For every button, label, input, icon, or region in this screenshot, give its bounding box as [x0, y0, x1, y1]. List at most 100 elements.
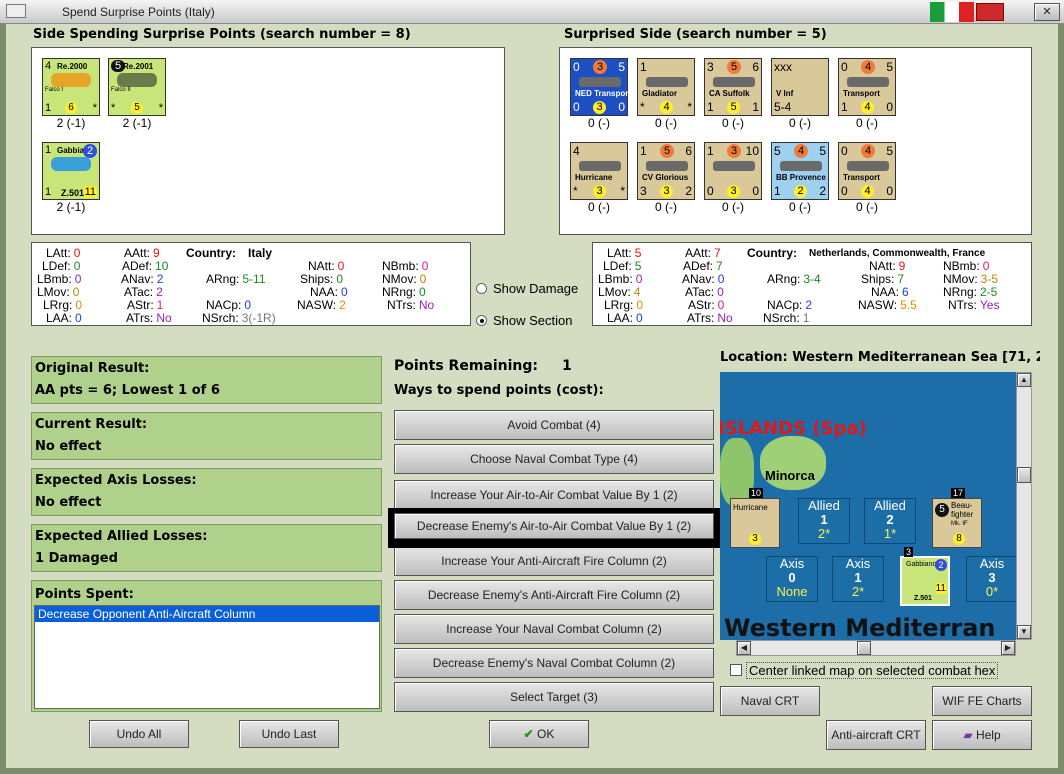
stat-lbmb: LBmb: 0 [37, 272, 82, 286]
close-button[interactable]: ✕ [1034, 3, 1060, 21]
unit-silhouette-icon [579, 77, 621, 87]
unit-counter-allied-9[interactable]: 0 4 5 Transport 0 4 0 0 (-) [838, 142, 896, 214]
show-damage-radio[interactable] [476, 283, 487, 294]
option-1[interactable]: Choose Naval Combat Type (4) [394, 444, 714, 474]
map-stack-axis-1[interactable]: Axis 1 2* [832, 556, 884, 602]
scroll-thumb-h[interactable] [857, 641, 871, 655]
unit-caption: 0 (-) [588, 200, 610, 214]
points-spent-box: Points Spent: Decrease Opponent Anti-Air… [31, 580, 382, 712]
option-7[interactable]: Decrease Enemy's Naval Combat Column (2) [394, 648, 714, 678]
map-horizontal-scrollbar[interactable]: ◀ ▶ [736, 640, 1016, 656]
stat-nsrch: NSrch: 1 [763, 311, 810, 325]
map-stack-axis-0[interactable]: Axis 0 None [766, 556, 818, 602]
stat-ships: Ships: 0 [300, 272, 344, 286]
list-item[interactable]: Decrease Opponent Anti-Aircraft Column [35, 606, 379, 622]
unit-counter-allied-3[interactable]: xxx V Inf 5-4 0 (-) [771, 58, 829, 130]
country-label: Country: [186, 246, 236, 260]
option-6[interactable]: Increase Your Naval Combat Column (2) [394, 614, 714, 644]
stat-ntrs: NTrs: Yes [948, 298, 1000, 312]
swiss-flag-icon [976, 3, 1004, 21]
map-stack-allied-1[interactable]: Allied 1 2* [798, 498, 850, 544]
unit-counter-re2000[interactable]: 4 Re.2000 Falco I 1 6 * 2 (-1) [42, 58, 100, 130]
unit-counter-allied-1[interactable]: 1 Gladiator * 4 * 0 (-) [637, 58, 695, 130]
system-menu-icon[interactable] [6, 4, 26, 18]
expected-allied-losses-box: Expected Allied Losses: 1 Damaged [31, 524, 382, 572]
left-units-panel: 4 Re.2000 Falco I 1 6 * 2 (-1) 5 Re.2001… [31, 47, 505, 235]
option-2[interactable]: Increase Your Air-to-Air Combat Value By… [394, 480, 714, 510]
stat-nasw: NASW: 2 [297, 298, 346, 312]
naval-crt-button[interactable]: Naval CRT [720, 686, 820, 716]
points-remaining-value: 1 [562, 358, 572, 374]
stat-laa: LAA: 0 [46, 311, 82, 325]
map-vertical-scrollbar[interactable]: ▲ ▼ [1016, 372, 1032, 640]
map-stack-allied-2[interactable]: Allied 2 1* [864, 498, 916, 544]
option-0[interactable]: Avoid Combat (4) [394, 410, 714, 440]
scroll-right-icon[interactable]: ▶ [1001, 641, 1015, 655]
stat-astr: AStr: 1 [127, 298, 164, 312]
map-counter-hurricane[interactable]: 10 Hurricane 3 [730, 488, 780, 548]
option-4[interactable]: Increase Your Anti-Aircraft Fire Column … [394, 546, 714, 576]
unit-caption: 2 (-1) [122, 116, 152, 130]
show-section-radio[interactable] [476, 315, 487, 326]
option-decrease-enemy-air-to-air[interactable]: Decrease Enemy's Air-to-Air Combat Value… [394, 513, 714, 539]
show-section-label: Show Section [493, 313, 573, 328]
map-label-sea: Western Mediterran [724, 614, 996, 640]
map-stack-axis-3[interactable]: Axis 3 0* [966, 556, 1016, 602]
stat-aatt: AAtt: 7 [685, 246, 721, 260]
unit-silhouette-icon [780, 161, 822, 171]
italy-flag-icon [930, 2, 974, 22]
undo-last-button[interactable]: Undo Last [239, 720, 339, 748]
stat-lmov: LMov: 4 [598, 285, 641, 299]
wif-fe-charts-button[interactable]: WIF FE Charts [932, 686, 1032, 716]
show-damage-label: Show Damage [493, 281, 579, 296]
stat-ntrs: NTrs: No [387, 298, 435, 312]
help-button[interactable]: ▰ Help [932, 720, 1032, 750]
unit-silhouette-icon [646, 77, 688, 87]
undo-all-button[interactable]: Undo All [89, 720, 189, 748]
anti-aircraft-crt-button[interactable]: Anti-aircraft CRT [826, 720, 926, 750]
unit-caption: 2 (-1) [56, 200, 86, 214]
stat-naa: NAA: 6 [871, 285, 909, 299]
scroll-up-icon[interactable]: ▲ [1017, 373, 1031, 387]
unit-silhouette-icon [847, 161, 889, 171]
unit-silhouette-icon [713, 77, 755, 87]
country-value: Netherlands, Commonwealth, France [809, 248, 986, 259]
location-label: Location: Western Mediterranean Sea [71,… [720, 350, 1040, 365]
stat-astr: AStr: 0 [688, 298, 725, 312]
stat-anav: ANav: 2 [121, 272, 164, 286]
unit-counter-re2001[interactable]: 5 Re.2001 Falco II * 5 * 2 (-1) [108, 58, 166, 130]
stat-atac: ATac: 2 [124, 285, 163, 299]
stat-arng: ARng: 3-4 [767, 272, 821, 286]
option-5[interactable]: Decrease Enemy's Anti-Aircraft Fire Colu… [394, 580, 714, 610]
points-spent-list[interactable]: Decrease Opponent Anti-Aircraft Column [34, 605, 380, 709]
scroll-left-icon[interactable]: ◀ [737, 641, 751, 655]
unit-counter-allied-6[interactable]: 1 5 6 CV Glorious 3 3 2 0 (-) [637, 142, 695, 214]
unit-counter-allied-0[interactable]: 0 3 5 NED Transport 0 3 0 0 (-) [570, 58, 631, 130]
unit-counter-allied-8[interactable]: 5 4 5 BB Provence 1 2 2 0 (-) [771, 142, 829, 214]
unit-counter-allied-7[interactable]: 1 3 10 0 3 0 0 (-) [704, 142, 762, 214]
scroll-thumb[interactable] [1017, 467, 1031, 483]
unit-counter-gabbiano[interactable]: 1 Gabbiano 2 1 Z.501 11 2 (-1) [42, 142, 100, 214]
map-label-minorca: Minorca [765, 468, 815, 483]
map-view[interactable]: ISLANDS (Spa) Minorca Western Mediterran… [720, 372, 1016, 640]
help-book-icon: ▰ [963, 728, 973, 742]
left-side-header: Side Spending Surprise Points (search nu… [33, 27, 411, 42]
center-linked-checkbox[interactable] [730, 664, 742, 676]
ways-to-spend-label: Ways to spend points (cost): [394, 383, 604, 398]
unit-counter-allied-2[interactable]: 3 5 6 CA Suffolk 1 5 1 0 (-) [704, 58, 762, 130]
scroll-down-icon[interactable]: ▼ [1017, 625, 1031, 639]
map-counter-gabbiano[interactable]: 3 Gabbiano 2 Z.501 11 [900, 547, 950, 606]
unit-counter-allied-4[interactable]: 0 4 5 Transport 1 4 0 0 (-) [838, 58, 896, 130]
ok-button[interactable]: ✔ OK [489, 720, 589, 748]
window-title: Spend Surprise Points (Italy) [62, 5, 215, 19]
stat-ldef: LDef: 0 [42, 259, 81, 273]
map-counter-beaufighter[interactable]: 17 5 Beau-fighter Mk. IF 8 [932, 488, 982, 548]
expected-axis-losses-box: Expected Axis Losses: No effect [31, 468, 382, 516]
unit-silhouette-icon [847, 77, 889, 87]
stat-natt: NAtt: 9 [869, 259, 906, 273]
stat-arng: ARng: 5-11 [206, 272, 266, 286]
stat-anav: ANav: 0 [682, 272, 725, 286]
option-8[interactable]: Select Target (3) [394, 682, 714, 712]
unit-counter-allied-5[interactable]: 4 Hurricane * 3 * 0 (-) [570, 142, 628, 214]
unit-caption: 0 (-) [856, 200, 878, 214]
